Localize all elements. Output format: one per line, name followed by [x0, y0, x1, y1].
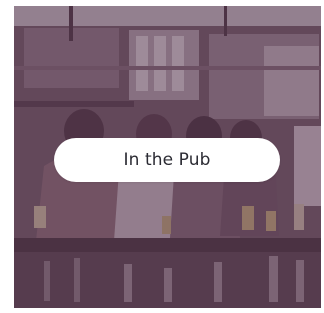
category-label: In the Pub: [123, 150, 211, 170]
category-card-in-the-pub[interactable]: In the Pub: [14, 6, 321, 308]
category-label-pill[interactable]: In the Pub: [54, 138, 280, 182]
